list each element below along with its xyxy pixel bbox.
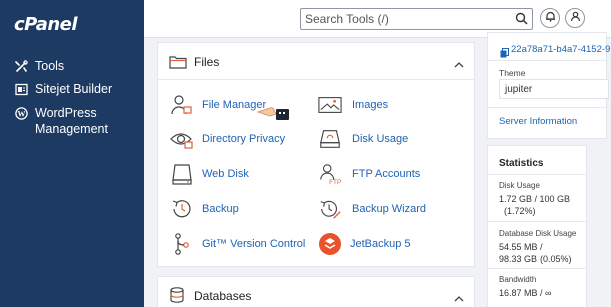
user-menu-button[interactable] <box>565 8 585 28</box>
chevron-up-icon[interactable] <box>454 56 464 74</box>
divider <box>488 60 606 61</box>
stat-value: 98.33 GB <box>499 254 538 264</box>
tool-label: Git™ Version Control <box>202 238 306 250</box>
sitejet-icon <box>14 82 28 96</box>
search-box[interactable] <box>300 8 533 30</box>
notifications-button[interactable] <box>540 8 560 28</box>
disk-usage-icon <box>318 127 342 151</box>
tool-label: Disk Usage <box>352 133 409 145</box>
stat-value: 1.72 GB / 100 GB <box>499 194 571 204</box>
svg-text:W: W <box>17 109 25 118</box>
stat-label: Bandwidth <box>499 275 537 284</box>
folder-icon <box>169 55 187 74</box>
tool-label: Images <box>352 99 389 111</box>
tool-images[interactable]: Images <box>318 93 388 117</box>
ftp-accounts-icon: FTP <box>318 162 342 186</box>
search-icon[interactable] <box>515 12 528 30</box>
databases-panel: Databases <box>157 276 475 307</box>
server-information-link[interactable]: Server Information <box>499 116 577 127</box>
tool-label: JetBackup 5 <box>350 238 411 250</box>
pointer-hand-icon <box>256 102 298 129</box>
stat-percent: (1.72%) <box>504 206 536 216</box>
divider <box>488 268 586 269</box>
theme-label: Theme <box>499 68 526 78</box>
sidebar-item-label: Sitejet Builder <box>35 82 113 96</box>
sidebar: cPanel Tools Sitejet Builder W WordPress… <box>0 0 144 307</box>
tool-label: Backup Wizard <box>352 203 426 215</box>
stat-value: 16.87 MB / ∞ <box>499 288 552 298</box>
tool-backup[interactable]: Backup <box>170 197 239 221</box>
web-disk-icon <box>170 162 194 186</box>
wordpress-icon: W <box>14 106 28 120</box>
stat-label: Database Disk Usage <box>499 229 577 238</box>
tools-icon <box>14 59 28 73</box>
files-panel: Files File Manager Directory Privacy Web… <box>157 42 475 267</box>
tool-directory-privacy[interactable]: Directory Privacy <box>170 127 285 151</box>
tool-jetbackup[interactable]: JetBackup 5 <box>318 232 411 256</box>
tool-web-disk[interactable]: Web Disk <box>170 162 249 186</box>
directory-privacy-icon <box>170 127 194 151</box>
tool-ftp-accounts[interactable]: FTP FTP Accounts <box>318 162 420 186</box>
svg-text:FTP: FTP <box>329 179 341 186</box>
backup-icon <box>170 197 194 221</box>
cpanel-logo[interactable]: cPanel <box>14 14 78 35</box>
tool-label: Web Disk <box>202 168 249 180</box>
divider <box>488 107 606 108</box>
chevron-up-icon[interactable] <box>454 290 464 307</box>
stat-value: 54.55 MB / <box>499 242 543 252</box>
sidebar-item-sitejet[interactable]: Sitejet Builder <box>14 81 135 97</box>
file-manager-icon <box>170 93 194 117</box>
databases-panel-header[interactable]: Databases <box>158 277 474 307</box>
sidebar-item-wordpress[interactable]: W WordPress Management <box>14 105 135 137</box>
account-id-link[interactable]: 22a78a71-b4a7-4152-9 <box>511 44 610 55</box>
sidebar-item-label: WordPress Management <box>35 106 108 136</box>
user-icon <box>570 9 581 27</box>
tool-label: Directory Privacy <box>202 133 286 145</box>
tool-file-manager[interactable]: File Manager <box>170 93 266 117</box>
theme-select[interactable]: jupiter <box>499 79 609 99</box>
sidebar-item-label: Tools <box>35 59 65 73</box>
stat-label: Disk Usage <box>499 181 540 190</box>
images-icon <box>318 93 342 117</box>
backup-wizard-icon <box>318 197 342 221</box>
divider <box>488 174 586 175</box>
bell-icon <box>545 9 556 27</box>
panel-title: Files <box>194 55 220 69</box>
jetbackup-icon <box>318 232 342 256</box>
tool-git-version-control[interactable]: Git™ Version Control <box>170 232 305 256</box>
database-icon <box>169 287 185 307</box>
sidebar-item-tools[interactable]: Tools <box>14 58 135 74</box>
git-icon <box>170 232 194 256</box>
stat-percent: (0.05%) <box>540 254 572 264</box>
panel-title: Databases <box>194 289 252 303</box>
divider <box>488 221 586 222</box>
files-panel-header[interactable]: Files <box>158 43 474 80</box>
tool-disk-usage[interactable]: Disk Usage <box>318 127 408 151</box>
statistics-title: Statistics <box>499 158 544 169</box>
tool-label: FTP Accounts <box>352 168 421 180</box>
search-input[interactable] <box>301 9 511 29</box>
tool-backup-wizard[interactable]: Backup Wizard <box>318 197 426 221</box>
theme-value: jupiter <box>505 84 533 95</box>
general-info-card: 22a78a71-b4a7-4152-9 Theme jupiter Serve… <box>487 32 610 139</box>
tool-label: Backup <box>202 203 239 215</box>
statistics-card: Statistics Disk Usage 1.72 GB / 100 GB (… <box>487 145 587 307</box>
